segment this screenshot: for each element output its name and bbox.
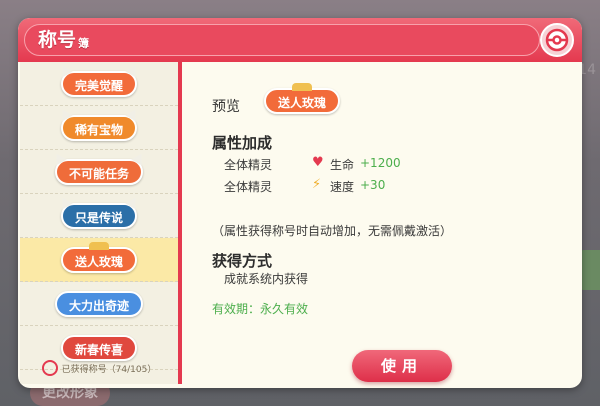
title-badge: 送人玫瑰 [60,241,137,273]
header-band [24,24,540,56]
obtain-method: 成就系统内获得 [224,272,309,286]
title-book-dialog: 称号簿 完美觉醒 稀有宝物 不可能任务 只是传说 送人玫瑰 大力出奇迹 新春传喜… [18,18,582,388]
speed-icon: ⚡ [312,177,322,192]
title-list[interactable]: 完美觉醒 稀有宝物 不可能任务 只是传说 送人玫瑰 大力出奇迹 新春传喜 已获得… [20,62,178,384]
title-badge: 新春传喜 [60,334,137,361]
title-item-impossible-mission[interactable]: 不可能任务 [20,150,178,194]
title-badge: 大力出奇迹 [54,290,143,317]
attr-target: 全体精灵 [224,180,273,194]
dialog-header: 称号簿 [18,18,582,62]
title-badge: 稀有宝物 [57,106,141,141]
obtained-counter: 已获得称号（74/105） [20,358,178,378]
attr-stat: 生命 [330,158,355,172]
obtained-counter-text: 已获得称号（74/105） [61,364,157,375]
close-button[interactable] [540,23,574,57]
title-details: 预览 送人玫瑰 属性加成 全体精灵 ♥ 生命 +1200 全体精灵 ⚡ 速度 +… [182,62,582,388]
attr-value: +1200 [360,156,401,170]
heart-icon: ♥ [312,155,324,170]
title-item-great-strength[interactable]: 大力出奇迹 [20,282,178,326]
attributes-note: （属性获得称号时自动增加，无需佩戴激活） [212,224,453,238]
title-item-gift-roses[interactable]: 送人玫瑰 [20,238,178,282]
obtain-heading: 获得方式 [212,252,273,270]
ring-icon [41,360,58,376]
title-item-just-legend[interactable]: 只是传说 [20,194,178,238]
title-item-rare-treasure[interactable]: 稀有宝物 [20,106,178,150]
dialog-title: 称号簿 [38,25,89,52]
validity-text: 有效期：永久有效 [212,302,309,316]
pokeball-close-icon [545,28,569,52]
title-badge: 只是传说 [57,194,141,229]
title-suffix: 簿 [78,37,90,50]
title-badge: 完美觉醒 [57,62,141,97]
use-button[interactable]: 使用 [352,350,452,382]
title-main: 称号 [38,29,77,51]
attr-value: +30 [360,178,386,192]
preview-badge: 送人玫瑰 [264,83,341,114]
title-item-perfect-awakening[interactable]: 完美觉醒 [20,62,178,106]
title-badge: 送人玫瑰 [264,83,341,114]
attr-stat: 速度 [330,180,355,194]
attr-target: 全体精灵 [224,158,273,172]
attributes-heading: 属性加成 [212,134,273,152]
title-badge: 不可能任务 [51,150,147,185]
preview-label: 预览 [212,99,240,115]
